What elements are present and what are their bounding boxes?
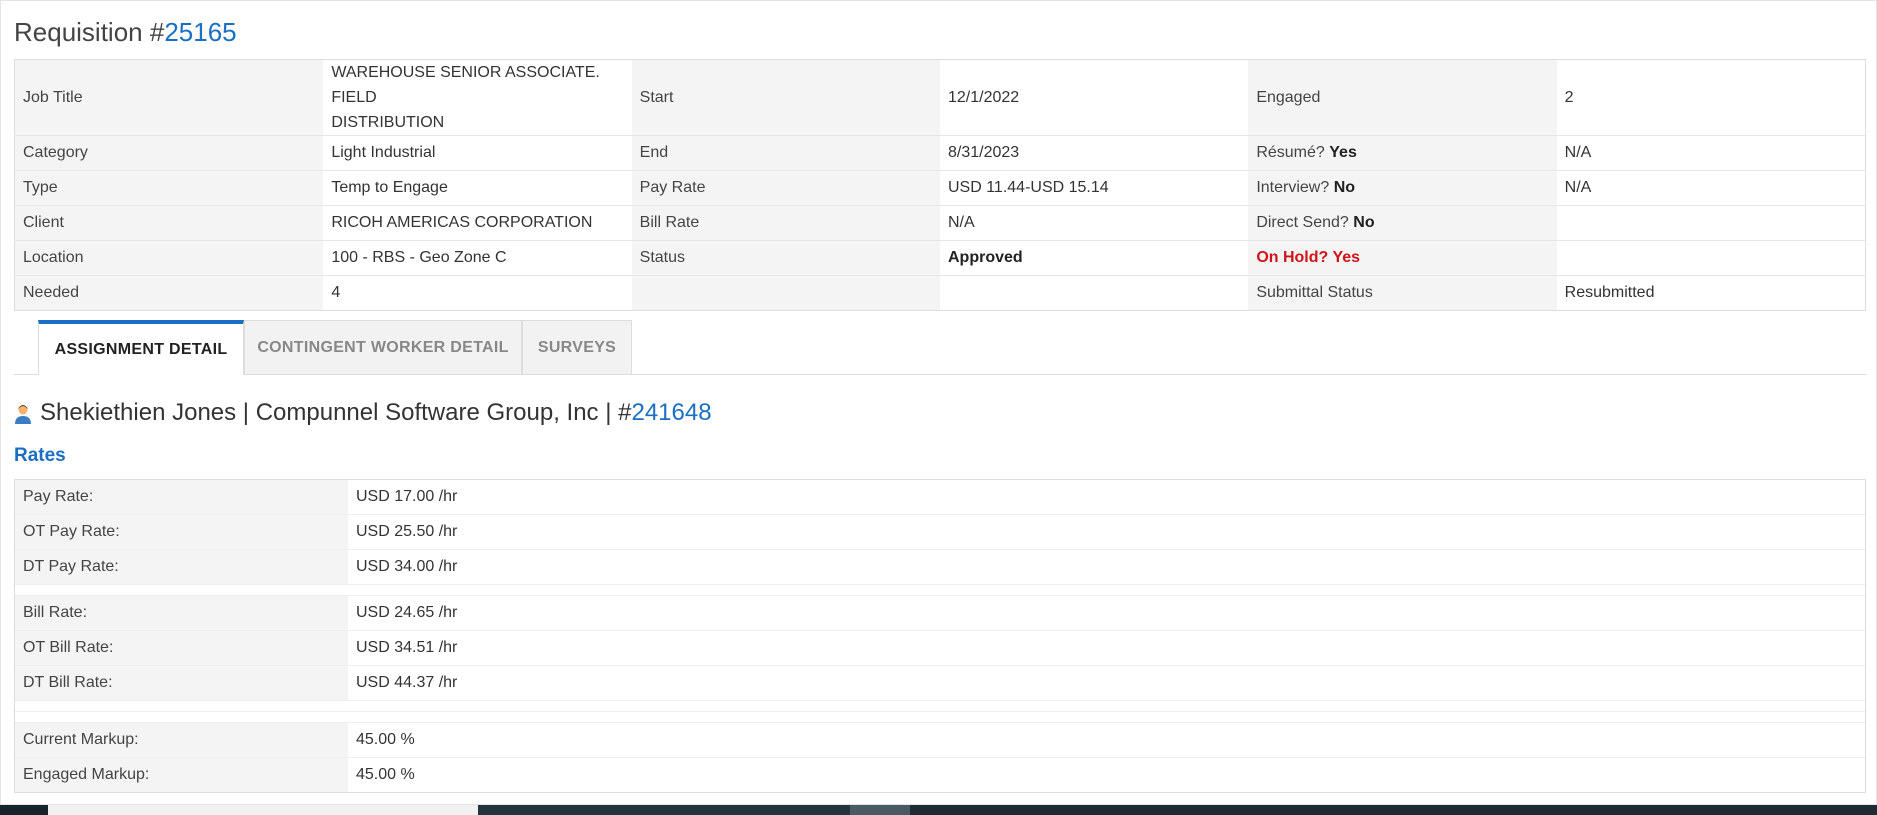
table-row: Category Light Industrial End 8/31/2023 … bbox=[14, 135, 1866, 171]
location-label: Location bbox=[14, 240, 324, 276]
taskbar bbox=[0, 805, 1877, 815]
tab-surveys[interactable]: SURVEYS bbox=[522, 320, 632, 374]
requisition-details-table: Job Title WAREHOUSE SENIOR ASSOCIATE. FI… bbox=[14, 59, 1866, 311]
resume-value: N/A bbox=[1556, 135, 1866, 171]
current-markup-label: Current Markup: bbox=[15, 723, 348, 757]
person-icon bbox=[14, 403, 32, 424]
table-row: Current Markup: 45.00 % bbox=[15, 722, 1865, 757]
start-label: Start bbox=[631, 59, 940, 136]
worker-name-text: Shekiethien Jones | Compunnel Software G… bbox=[40, 399, 632, 426]
direct-send-flag: No bbox=[1353, 214, 1375, 231]
empty-value bbox=[939, 275, 1249, 311]
ot-bill-rate-value: USD 34.51 /hr bbox=[356, 639, 458, 656]
table-row: Bill Rate: USD 24.65 /hr bbox=[15, 595, 1865, 630]
rates-heading: Rates bbox=[14, 445, 66, 466]
job-title-line1: WAREHOUSE SENIOR ASSOCIATE. FIELD bbox=[331, 64, 600, 106]
bill-rate-label: Bill Rate bbox=[631, 205, 940, 241]
table-row: Client RICOH AMERICAS CORPORATION Bill R… bbox=[14, 205, 1866, 241]
taskbar-search[interactable] bbox=[48, 805, 478, 815]
category-label: Category bbox=[14, 135, 324, 171]
type-label: Type bbox=[14, 170, 324, 206]
worker-heading: Shekiethien Jones | Compunnel Software G… bbox=[14, 399, 712, 427]
empty-label bbox=[631, 275, 940, 311]
dt-pay-rate-label: DT Pay Rate: bbox=[15, 550, 348, 584]
engaged-markup-value: 45.00 % bbox=[356, 766, 415, 783]
client-value: RICOH AMERICAS CORPORATION bbox=[323, 205, 632, 241]
rates-table: Pay Rate: USD 17.00 /hr OT Pay Rate: USD… bbox=[14, 479, 1866, 793]
start-button[interactable] bbox=[0, 805, 48, 815]
table-row: Pay Rate: USD 17.00 /hr bbox=[15, 480, 1865, 514]
dt-bill-rate-value: USD 44.37 /hr bbox=[356, 674, 458, 691]
job-title-label: Job Title bbox=[14, 59, 324, 136]
resume-label: Résumé? Yes bbox=[1248, 135, 1557, 171]
engaged-markup-label: Engaged Markup: bbox=[15, 758, 348, 792]
status-label: Status bbox=[631, 240, 940, 276]
pay-rate-value: USD 11.44-USD 15.14 bbox=[939, 170, 1249, 206]
taskbar-apps[interactable] bbox=[478, 805, 850, 815]
ot-pay-rate-value: USD 25.50 /hr bbox=[356, 523, 458, 540]
ot-pay-rate-label: OT Pay Rate: bbox=[15, 515, 348, 549]
dt-pay-rate-value: USD 34.00 /hr bbox=[356, 558, 458, 575]
on-hold-label: On Hold? Yes bbox=[1248, 240, 1557, 276]
direct-send-label-text: Direct Send? bbox=[1256, 214, 1349, 231]
interview-label: Interview? No bbox=[1248, 170, 1557, 206]
detail-tabs: ASSIGNMENT DETAIL CONTINGENT WORKER DETA… bbox=[14, 320, 1866, 375]
location-value: 100 - RBS - Geo Zone C bbox=[323, 240, 632, 276]
pay-rate-value: USD 17.00 /hr bbox=[356, 488, 458, 505]
type-value: Temp to Engage bbox=[323, 170, 632, 206]
table-row: OT Pay Rate: USD 25.50 /hr bbox=[15, 514, 1865, 549]
table-row: DT Bill Rate: USD 44.37 /hr bbox=[15, 665, 1865, 700]
direct-send-label: Direct Send? No bbox=[1248, 205, 1557, 241]
title-prefix: Requisition # bbox=[14, 17, 165, 47]
job-title-line2: DISTRIBUTION bbox=[331, 114, 445, 131]
status-value: Approved bbox=[939, 240, 1249, 276]
status-badge: Approved bbox=[947, 249, 1023, 266]
needed-label: Needed bbox=[14, 275, 324, 311]
interview-flag: No bbox=[1333, 179, 1356, 196]
tab-assignment-detail[interactable]: ASSIGNMENT DETAIL bbox=[38, 320, 244, 375]
table-row: Engaged Markup: 45.00 % bbox=[15, 757, 1865, 792]
resume-label-text: Résumé? bbox=[1256, 144, 1325, 161]
requisition-number-link[interactable]: 25165 bbox=[164, 17, 236, 47]
page-title: Requisition #25165 bbox=[14, 17, 237, 48]
client-label: Client bbox=[14, 205, 324, 241]
table-row: DT Pay Rate: USD 34.00 /hr bbox=[15, 549, 1865, 584]
ot-bill-rate-label: OT Bill Rate: bbox=[15, 631, 348, 665]
dt-bill-rate-label: DT Bill Rate: bbox=[15, 666, 348, 700]
tab-contingent-worker-detail[interactable]: CONTINGENT WORKER DETAIL bbox=[244, 320, 522, 374]
worker-id-link[interactable]: 241648 bbox=[631, 399, 711, 427]
divider bbox=[15, 711, 1865, 722]
pay-rate-label: Pay Rate bbox=[631, 170, 940, 206]
table-row: Type Temp to Engage Pay Rate USD 11.44-U… bbox=[14, 170, 1866, 206]
interview-label-text: Interview? bbox=[1256, 179, 1330, 196]
divider bbox=[15, 584, 1865, 595]
divider bbox=[15, 700, 1865, 711]
category-value: Light Industrial bbox=[323, 135, 632, 171]
needed-value: 4 bbox=[323, 275, 632, 311]
bill-rate-label: Bill Rate: bbox=[15, 596, 348, 630]
direct-send-value bbox=[1556, 205, 1866, 241]
engaged-label: Engaged bbox=[1248, 59, 1557, 136]
end-label: End bbox=[631, 135, 940, 171]
engaged-value: 2 bbox=[1556, 59, 1866, 136]
submittal-status-value: Resubmitted bbox=[1556, 275, 1866, 311]
page: Requisition #25165 Job Title WAREHOUSE S… bbox=[0, 0, 1877, 805]
table-row: Location 100 - RBS - Geo Zone C Status A… bbox=[14, 240, 1866, 276]
current-markup-value: 45.00 % bbox=[356, 731, 415, 748]
table-row: Job Title WAREHOUSE SENIOR ASSOCIATE. FI… bbox=[14, 59, 1866, 136]
submittal-status-label: Submittal Status bbox=[1248, 275, 1557, 311]
start-value: 12/1/2022 bbox=[939, 59, 1249, 136]
resume-flag: Yes bbox=[1329, 144, 1357, 161]
bill-rate-value: N/A bbox=[939, 205, 1249, 241]
pay-rate-label: Pay Rate: bbox=[15, 480, 348, 514]
on-hold-value bbox=[1556, 240, 1866, 276]
on-hold-flag: On Hold? Yes bbox=[1256, 249, 1361, 266]
table-row: OT Bill Rate: USD 34.51 /hr bbox=[15, 630, 1865, 665]
table-row: Needed 4 Submittal Status Resubmitted bbox=[14, 275, 1866, 311]
bill-rate-value: USD 24.65 /hr bbox=[356, 604, 458, 621]
taskbar-active-app[interactable] bbox=[850, 805, 910, 815]
end-value: 8/31/2023 bbox=[939, 135, 1249, 171]
interview-value: N/A bbox=[1556, 170, 1866, 206]
job-title-value: WAREHOUSE SENIOR ASSOCIATE. FIELD DISTRI… bbox=[323, 59, 632, 136]
